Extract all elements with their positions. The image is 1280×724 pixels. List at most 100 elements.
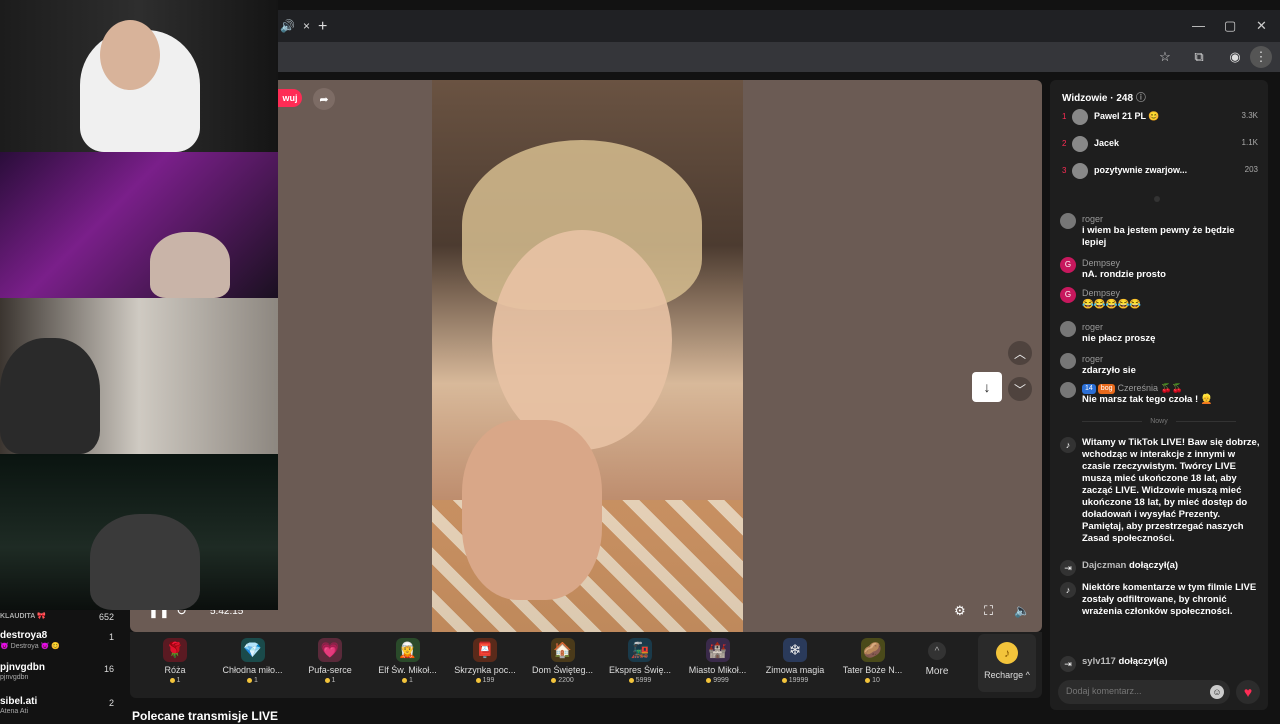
more-gifts-button[interactable]: ^ More: [920, 638, 954, 677]
gift-price-value: 19999: [788, 677, 809, 684]
top-viewer-row[interactable]: 3 pozytywnie zwarjow... 203: [1062, 161, 1258, 181]
recommended-title: Polecane transmisje LIVE: [132, 709, 279, 723]
avatar[interactable]: G: [1060, 257, 1076, 273]
avatar[interactable]: [1060, 382, 1076, 398]
live-video[interactable]: [432, 80, 743, 632]
avatar[interactable]: [1060, 353, 1076, 369]
close-window-button[interactable]: ✕: [1256, 18, 1267, 34]
streamer-list-item[interactable]: pjnvgdbn 16 pjnvgdbn: [0, 662, 120, 690]
recharge-button[interactable]: ♪ Recharge ^: [978, 634, 1036, 692]
webcam-1: [0, 0, 278, 152]
webcam-3: [0, 298, 278, 454]
top-viewer-row[interactable]: 2 Jacek 1.1K: [1062, 134, 1258, 154]
like-heart-icon[interactable]: ♥: [1236, 680, 1260, 704]
chat-username[interactable]: Dempsey: [1082, 287, 1120, 299]
chat-username[interactable]: roger: [1082, 353, 1103, 365]
avatar: [1072, 163, 1088, 179]
gift-item[interactable]: ❄ Zimowa magia 19999: [756, 638, 834, 684]
viewer-count: 3.3K: [1241, 111, 1258, 120]
browser-menu-icon[interactable]: ⋮: [1250, 46, 1272, 68]
gift-price: 9999: [679, 677, 757, 684]
share-icon[interactable]: ➦: [313, 88, 335, 110]
gift-name: Chłodna miło...: [222, 665, 283, 675]
coin-icon: [475, 677, 481, 683]
comment-input[interactable]: [1066, 686, 1196, 696]
streamer-list-item[interactable]: destroya8 1 😈 Destroya 😈 😊: [0, 630, 120, 658]
streamer-count: 1: [108, 632, 114, 642]
volume-icon[interactable]: 🔈: [1014, 603, 1030, 619]
gift-name: Róża: [164, 665, 186, 675]
top-viewer-row[interactable]: 1 Pawel 21 PL 😊 3.3K: [1062, 107, 1258, 127]
gift-icon: 🏠: [550, 638, 575, 662]
minimize-button[interactable]: —: [1192, 18, 1205, 33]
coin-icon: [324, 677, 330, 683]
browser-tab[interactable]: 🔊 ×: [278, 10, 338, 42]
chat-username[interactable]: roger: [1082, 213, 1103, 225]
streamer-count: 2: [108, 698, 114, 708]
viewer-name: Jacek: [1094, 138, 1120, 148]
gift-item[interactable]: 💗 Pufa-serce 1: [291, 638, 369, 684]
gift-item[interactable]: 🌹 Róża 1: [136, 638, 214, 684]
coin-icon: [706, 677, 712, 683]
comment-box[interactable]: ☺: [1058, 680, 1230, 704]
next-live-icon[interactable]: ﹀: [1008, 377, 1032, 401]
join-username[interactable]: Dajczman: [1082, 560, 1126, 571]
tiktok-icon: ♪: [1060, 437, 1076, 453]
gift-item[interactable]: 🏰 Miasto Mikoł... 9999: [679, 638, 757, 684]
gift-name: Skrzynka poc...: [454, 665, 516, 675]
gift-price-value: 2200: [558, 677, 574, 684]
chat-username[interactable]: 14 bog Czereśnia 🍒🍒: [1082, 382, 1183, 394]
avatar: [1072, 109, 1088, 125]
webcam-person: [150, 232, 230, 298]
gift-name: Dom Święteg...: [531, 665, 594, 675]
coin-icon: [628, 677, 634, 683]
gift-item[interactable]: 🧝 Elf Św. Mikoł... 1: [369, 638, 447, 684]
gift-name: Miasto Mikoł...: [688, 665, 747, 675]
chat-username[interactable]: roger: [1082, 321, 1103, 333]
previous-live-icon[interactable]: ︿: [1008, 341, 1032, 365]
gift-name: Ekspres Świę...: [608, 665, 672, 675]
avatar[interactable]: [1060, 321, 1076, 337]
join-username[interactable]: sylv117: [1082, 656, 1116, 667]
viewer-name: Pawel 21 PL 😊: [1094, 111, 1160, 121]
download-icon[interactable]: ↓: [972, 372, 1002, 402]
chat-text: i wiem ba jestem pewny że będzie lepiej: [1082, 225, 1235, 248]
browser-tab-bar: 🔊 × + — ▢ ✕: [278, 10, 1280, 42]
avatar[interactable]: [1060, 213, 1076, 229]
gift-price-value: 1: [331, 677, 336, 684]
gift-price-value: 1: [409, 677, 413, 684]
settings-icon[interactable]: ⚙: [954, 603, 966, 619]
gift-price: 1: [291, 677, 369, 684]
follow-button[interactable]: wuj: [278, 89, 302, 107]
new-tab-button[interactable]: +: [318, 18, 327, 36]
chat-username-text: Czereśnia 🍒🍒: [1117, 383, 1183, 393]
gift-icon: 🌹: [163, 638, 187, 662]
profile-icon[interactable]: ◉: [1226, 48, 1244, 66]
extensions-icon[interactable]: ⧉: [1190, 48, 1208, 66]
gift-item[interactable]: 💎 Chłodna miło... 1: [214, 638, 292, 684]
fullscreen-icon[interactable]: ⛶: [984, 603, 993, 619]
viewers-title[interactable]: Widzowie · 248 ⓘ: [1062, 89, 1146, 104]
gift-icon: 🥔: [860, 638, 885, 662]
coin-icon: [865, 677, 871, 683]
gift-icon: 📮: [473, 638, 497, 662]
browser-toolbar: ☆ ⧉ ◉ ⋮: [278, 42, 1280, 72]
gift-item[interactable]: 📮 Skrzynka poc... 199: [446, 638, 524, 684]
emoji-icon[interactable]: ☺: [1210, 685, 1224, 699]
viewer-rank: 2: [1062, 139, 1067, 148]
gift-item[interactable]: 🥔 Tater Boże N... 10: [834, 638, 912, 684]
gift-item[interactable]: 🏠 Dom Święteg... 2200: [524, 638, 602, 684]
tab-close-icon[interactable]: ×: [303, 19, 310, 33]
chat-text: nA. rondzie prosto: [1082, 269, 1166, 280]
bookmark-star-icon[interactable]: ☆: [1156, 48, 1174, 66]
streamer-count: 652: [98, 612, 114, 622]
info-icon[interactable]: ⓘ: [1136, 93, 1146, 104]
speaker-icon[interactable]: 🔊: [280, 19, 295, 33]
chat-username[interactable]: Dempsey: [1082, 257, 1120, 269]
chat-message: G Dempsey nA. rondzie prosto: [1060, 257, 1260, 287]
gift-icon: 🚂: [628, 638, 652, 662]
avatar[interactable]: G: [1060, 287, 1076, 303]
gift-price: 1: [214, 677, 292, 684]
gift-item[interactable]: 🚂 Ekspres Świę... 5999: [601, 638, 679, 684]
restore-button[interactable]: ▢: [1224, 18, 1236, 34]
